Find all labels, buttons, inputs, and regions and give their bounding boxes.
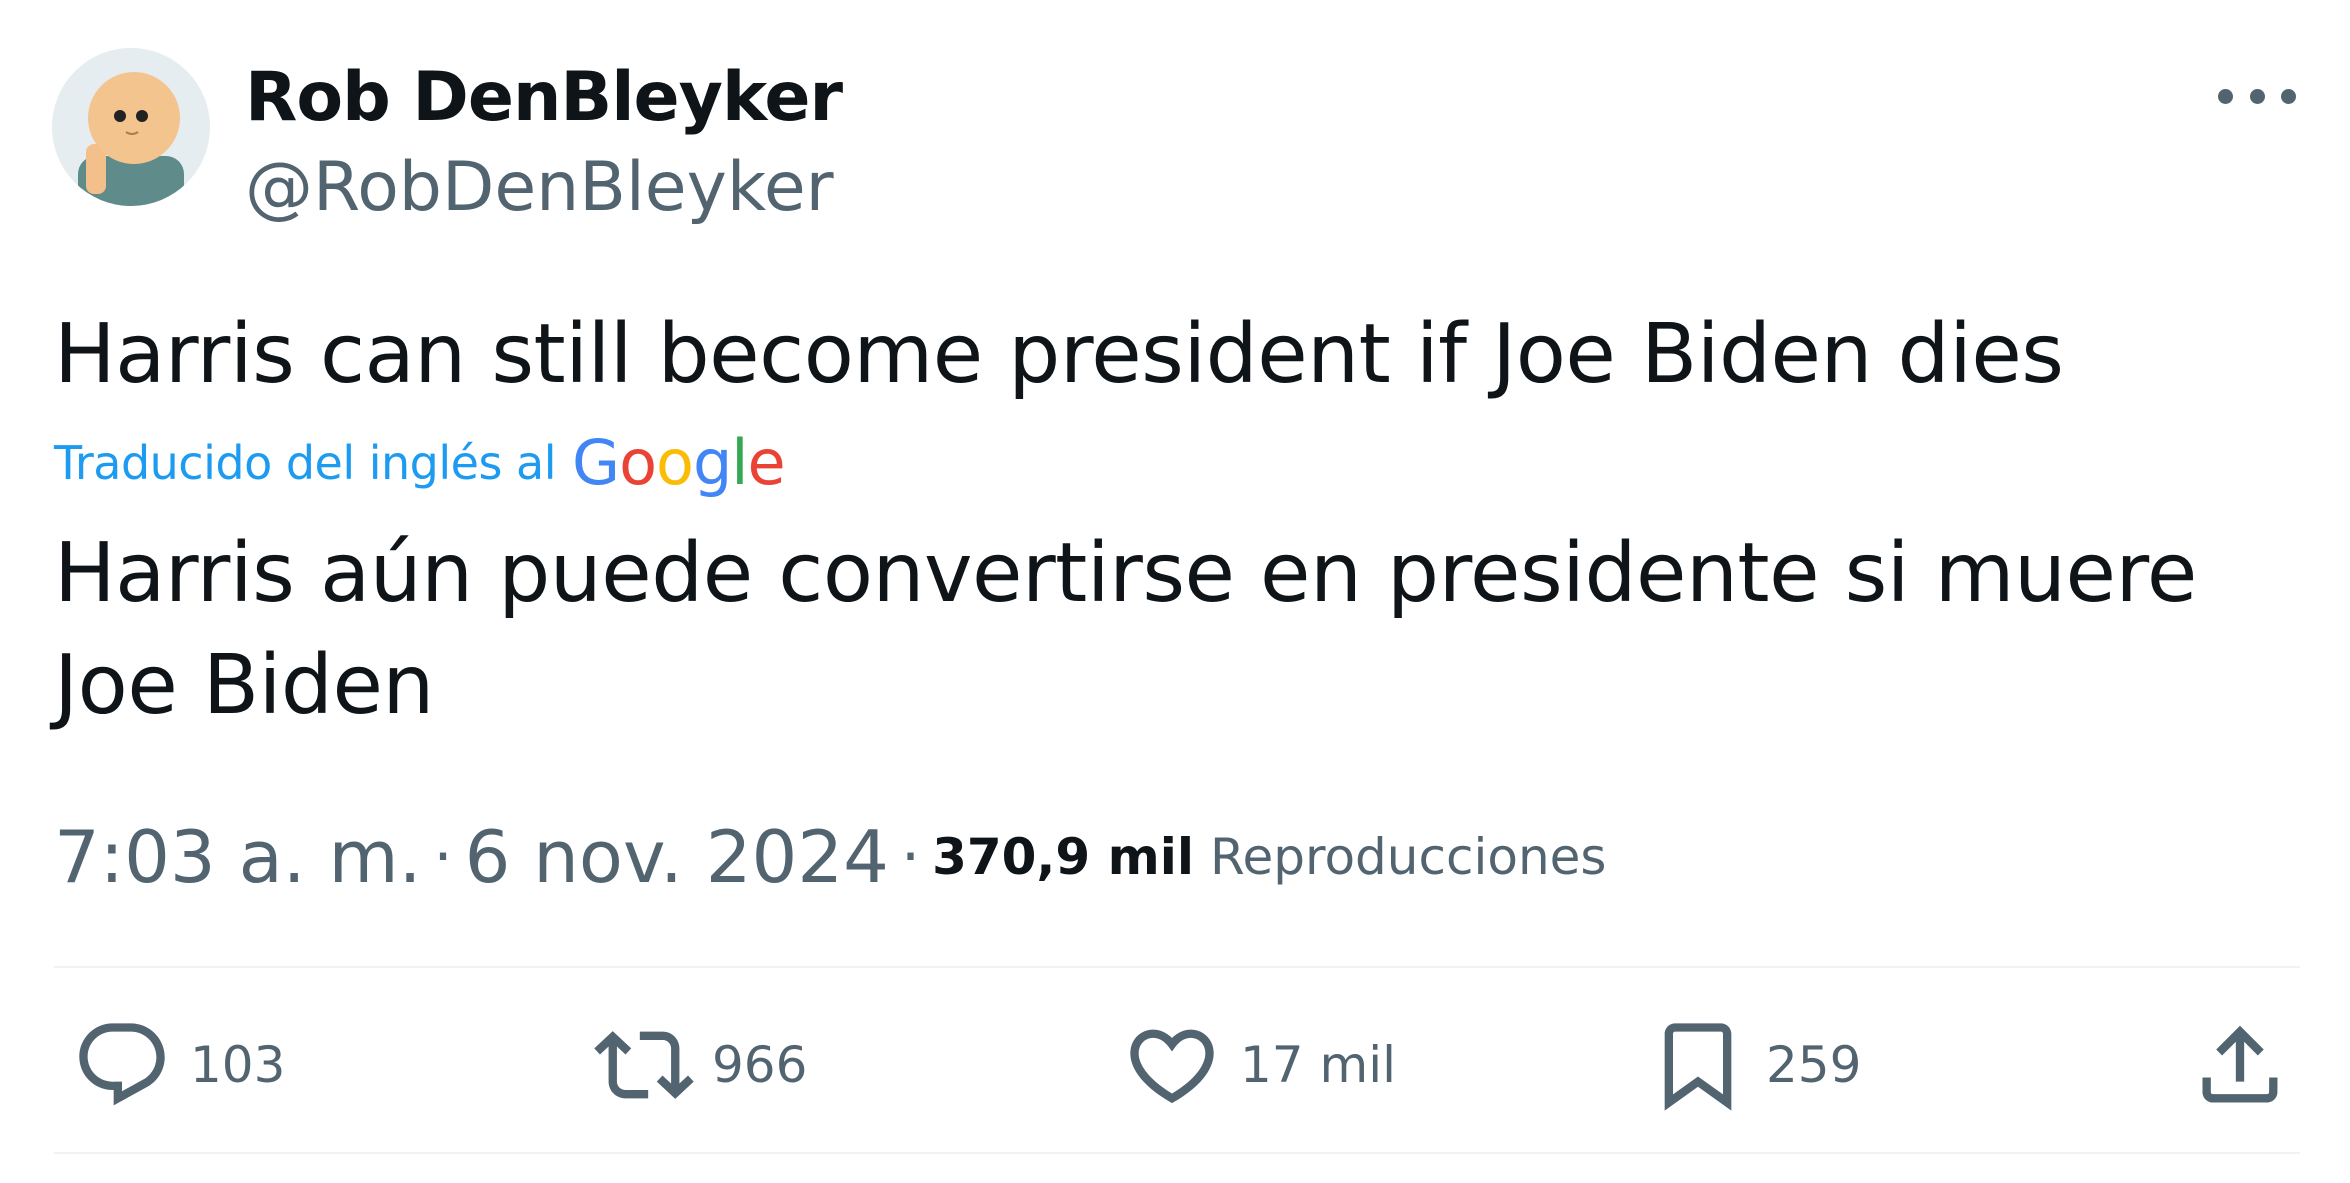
views-label: Reproducciones (1210, 828, 1607, 886)
repost-arrows-icon (594, 1031, 694, 1099)
tweet-date[interactable]: 6 nov. 2024 (465, 815, 889, 899)
bookmark-icon (1664, 1023, 1732, 1111)
translation-attribution: Traducido del inglés al Google (54, 426, 786, 499)
tweet-time[interactable]: 7:03 a. m. (54, 815, 422, 899)
google-logo: Google (572, 426, 786, 499)
bookmark-count: 259 (1766, 1036, 1862, 1094)
more-horizontal-icon (2218, 88, 2296, 104)
repost-count: 966 (712, 1036, 808, 1094)
divider (54, 1152, 2300, 1154)
more-options-button[interactable] (2212, 66, 2302, 126)
share-upload-icon (2202, 1025, 2278, 1103)
reply-bubble-icon (79, 1023, 165, 1106)
like-button[interactable]: 17 mil (1122, 1010, 1396, 1120)
meta-separator: · (900, 822, 921, 892)
translated-text: Harris aún puede convertirse en presiden… (54, 526, 2197, 733)
reply-count: 103 (190, 1036, 286, 1094)
reply-button[interactable]: 103 (72, 1010, 285, 1120)
repost-button[interactable]: 966 (594, 1010, 807, 1120)
views-count[interactable]: 370,9 mil (932, 828, 1194, 886)
translated-from-link[interactable]: Traducido del inglés al (54, 436, 557, 490)
author-display-name[interactable]: Rob DenBleyker (245, 58, 843, 138)
like-count: 17 mil (1240, 1036, 1397, 1094)
author-handle[interactable]: @RobDenBleyker (245, 148, 834, 228)
share-button[interactable] (2190, 1010, 2290, 1120)
divider (54, 966, 2300, 968)
bookmark-button[interactable]: 259 (1648, 1010, 1861, 1120)
tweet-meta: 7:03 a. m. · 6 nov. 2024 · 370,9 mil Rep… (54, 812, 1606, 902)
action-bar: 103 966 17 mil 259 (54, 1010, 2300, 1120)
heart-icon (1130, 1029, 1214, 1104)
meta-separator: · (433, 822, 453, 892)
avatar[interactable] (52, 48, 210, 206)
avatar-image (52, 48, 210, 206)
tweet-text: Harris can still become president if Joe… (54, 307, 2064, 402)
tweet-card: Rob DenBleyker @RobDenBleyker Harris can… (0, 0, 2350, 1183)
